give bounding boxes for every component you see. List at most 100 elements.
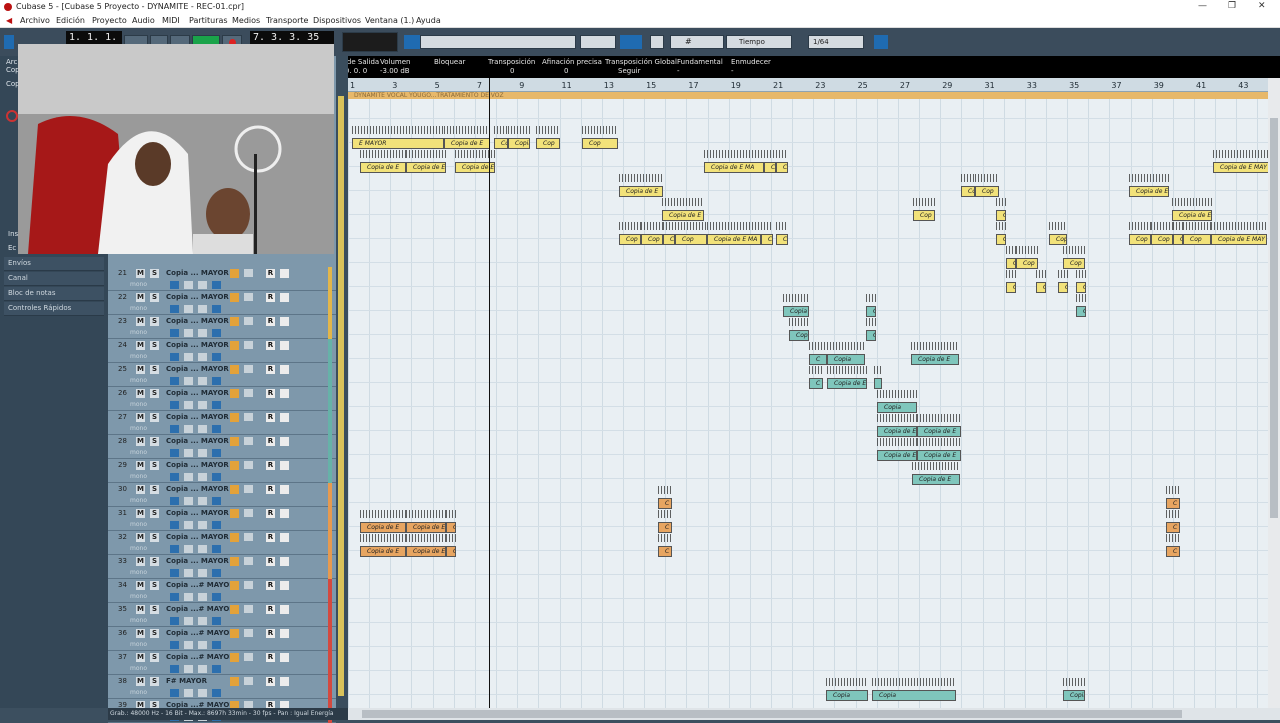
- vertical-scrollbar[interactable]: [1268, 78, 1280, 708]
- mute-button[interactable]: M: [136, 293, 145, 302]
- track-row[interactable]: 36 M S Copia ...# MAYOR mono R: [108, 627, 336, 651]
- pin-icon[interactable]: [874, 35, 888, 49]
- minimize-button[interactable]: —: [1198, 1, 1207, 11]
- solo-button[interactable]: S: [150, 317, 159, 326]
- arrange-window[interactable]: E MAYORCopia de ECopCopiaCopCopCopia de …: [348, 78, 1268, 708]
- eq-icon[interactable]: [198, 305, 207, 313]
- audio-event[interactable]: Cop: [913, 210, 935, 221]
- eq-icon[interactable]: [198, 665, 207, 673]
- audio-event[interactable]: Copia de E: [1129, 186, 1169, 197]
- track-row[interactable]: 37 M S Copia ...# MAYOR mono R: [108, 651, 336, 675]
- audio-event[interactable]: Copia de E: [912, 474, 960, 485]
- eq-icon[interactable]: [198, 401, 207, 409]
- insert-icon[interactable]: [184, 665, 193, 673]
- read-button[interactable]: R: [266, 293, 275, 302]
- eq-icon[interactable]: [198, 473, 207, 481]
- track-row[interactable]: 25 M S Copia ... MAYOR mono R: [108, 363, 336, 387]
- solo-button[interactable]: S: [150, 509, 159, 518]
- track-row[interactable]: 23 M S Copia ... MAYOR mono R: [108, 315, 336, 339]
- audio-event[interactable]: Copia de E: [917, 426, 961, 437]
- insert-icon[interactable]: [184, 569, 193, 577]
- info-value-root[interactable]: -: [677, 67, 680, 75]
- edit-icon[interactable]: [244, 677, 253, 685]
- inspector-section-ins[interactable]: Ins: [8, 230, 18, 238]
- mute-button[interactable]: M: [136, 485, 145, 494]
- track-name[interactable]: Copia ...# MAYOR: [166, 653, 235, 661]
- monitor-icon[interactable]: [170, 425, 179, 433]
- mute-button[interactable]: M: [136, 341, 145, 350]
- write-button[interactable]: [280, 389, 289, 398]
- mute-button[interactable]: M: [136, 317, 145, 326]
- eq-icon[interactable]: [198, 377, 207, 385]
- track-row[interactable]: 21 M S Copia ... MAYOR mono R: [108, 267, 336, 291]
- audio-event[interactable]: Cop: [494, 138, 508, 149]
- edit-icon[interactable]: [244, 557, 253, 565]
- read-automation-icon[interactable]: [230, 509, 239, 518]
- solo-button[interactable]: S: [150, 653, 159, 662]
- sends-icon[interactable]: [212, 569, 221, 577]
- audio-event[interactable]: Cop: [961, 186, 975, 197]
- edit-icon[interactable]: [244, 461, 253, 469]
- read-button[interactable]: R: [266, 269, 275, 278]
- read-button[interactable]: R: [266, 557, 275, 566]
- sends-icon[interactable]: [212, 425, 221, 433]
- eq-icon[interactable]: [198, 497, 207, 505]
- track-row[interactable]: 32 M S Copia ... MAYOR mono R: [108, 531, 336, 555]
- write-button[interactable]: [280, 365, 289, 374]
- track-row[interactable]: 22 M S Copia ... MAYOR mono R: [108, 291, 336, 315]
- track-row[interactable]: 24 M S Copia ... MAYOR mono R: [108, 339, 336, 363]
- solo-button[interactable]: S: [150, 629, 159, 638]
- grid-type-select[interactable]: #: [670, 35, 724, 49]
- audio-event[interactable]: C: [996, 210, 1006, 221]
- audio-event[interactable]: Copia de E: [444, 138, 490, 149]
- audio-event[interactable]: Copia: [877, 402, 917, 413]
- write-button[interactable]: [280, 533, 289, 542]
- insert-icon[interactable]: [184, 425, 193, 433]
- sends-icon[interactable]: [212, 329, 221, 337]
- menu-transporte[interactable]: Transporte: [266, 16, 308, 25]
- write-button[interactable]: [280, 437, 289, 446]
- audio-event[interactable]: Cop: [582, 138, 618, 149]
- menu-midi[interactable]: MIDI: [162, 16, 180, 25]
- audio-event[interactable]: Copia de E: [662, 210, 704, 221]
- solo-button[interactable]: S: [150, 533, 159, 542]
- audio-event[interactable]: C: [1006, 258, 1016, 269]
- mute-button[interactable]: M: [136, 653, 145, 662]
- track-row[interactable]: 29 M S Copia ... MAYOR mono R: [108, 459, 336, 483]
- insert-icon[interactable]: [184, 521, 193, 529]
- edit-icon[interactable]: [244, 293, 253, 301]
- info-value-finetune[interactable]: 0: [564, 67, 568, 75]
- track-name[interactable]: Copia ... MAYOR: [166, 509, 229, 517]
- write-button[interactable]: [280, 509, 289, 518]
- tool-palette[interactable]: [420, 35, 576, 49]
- sends-icon[interactable]: [212, 497, 221, 505]
- audio-event[interactable]: Copia de E: [911, 354, 959, 365]
- track-name[interactable]: Copia ...# MAYOR: [166, 581, 235, 589]
- read-automation-icon[interactable]: [230, 605, 239, 614]
- insert-icon[interactable]: [184, 449, 193, 457]
- monitor-icon[interactable]: [170, 305, 179, 313]
- read-button[interactable]: R: [266, 605, 275, 614]
- vertical-scroll-thumb[interactable]: [1270, 118, 1278, 518]
- write-button[interactable]: [280, 629, 289, 638]
- write-button[interactable]: [280, 269, 289, 278]
- read-button[interactable]: R: [266, 629, 275, 638]
- track-row[interactable]: 34 M S Copia ...# MAYOR mono R: [108, 579, 336, 603]
- project-cursor[interactable]: [489, 78, 490, 708]
- monitor-icon[interactable]: [170, 593, 179, 601]
- read-automation-icon[interactable]: [230, 485, 239, 494]
- audio-event[interactable]: Copia de E: [827, 378, 867, 389]
- write-button[interactable]: [280, 341, 289, 350]
- read-automation-icon[interactable]: [230, 557, 239, 566]
- audio-event[interactable]: C: [1058, 282, 1068, 293]
- audio-event[interactable]: Copia: [508, 138, 530, 149]
- monitor-icon[interactable]: [170, 665, 179, 673]
- read-automation-icon[interactable]: [230, 581, 239, 590]
- menu-partituras[interactable]: Partituras: [189, 16, 228, 25]
- monitor-icon[interactable]: [170, 689, 179, 697]
- audio-event[interactable]: C: [1166, 498, 1180, 509]
- audio-event[interactable]: C: [1036, 282, 1046, 293]
- snap-select[interactable]: [580, 35, 616, 49]
- audio-event[interactable]: Copia de E: [877, 426, 917, 437]
- solo-button[interactable]: S: [150, 413, 159, 422]
